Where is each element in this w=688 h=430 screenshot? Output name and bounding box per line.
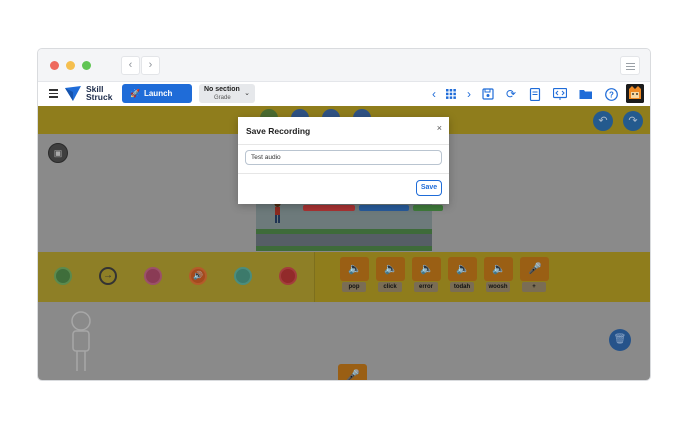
- road-strip: [256, 234, 432, 246]
- speech-icon[interactable]: [144, 267, 162, 285]
- browser-forward-button[interactable]: ›: [141, 56, 160, 75]
- sound-block-todah[interactable]: 🔈 todah: [448, 257, 477, 292]
- svg-text:?: ?: [609, 91, 614, 100]
- record-block-label: +: [522, 282, 546, 292]
- browser-window: ‹ › Skill Struck 🚀Launch Pad▼ No section…: [37, 48, 651, 381]
- browser-back-button[interactable]: ‹: [121, 56, 140, 75]
- chevron-left-icon: ‹: [128, 59, 133, 71]
- hamburger-menu-icon[interactable]: [49, 89, 58, 98]
- sound-block-label: todah: [450, 282, 474, 292]
- sound-block-label: woosh: [486, 282, 510, 292]
- divider: [238, 173, 449, 174]
- sound-block-label: click: [378, 282, 402, 292]
- speaker-icon: 🔈: [456, 263, 470, 275]
- save-stage-button[interactable]: ▣: [48, 143, 68, 163]
- close-icon[interactable]: ×: [437, 123, 442, 133]
- speaker-icon: 🔈: [348, 263, 362, 275]
- sound-block-click[interactable]: 🔈 click: [376, 257, 405, 292]
- redo-button[interactable]: ↷: [623, 111, 643, 131]
- stop-icon[interactable]: [279, 267, 297, 285]
- chevron-left-icon[interactable]: ‹: [426, 86, 442, 102]
- sound-block-label: pop: [342, 282, 366, 292]
- save-icon[interactable]: [480, 86, 496, 102]
- book-icon[interactable]: [527, 86, 543, 102]
- refresh-icon[interactable]: ⟳: [503, 86, 519, 102]
- folder-icon[interactable]: [578, 86, 594, 102]
- maximize-window-button[interactable]: [82, 61, 91, 70]
- chat-icon[interactable]: [54, 267, 72, 285]
- record-block[interactable]: 🎤 +: [520, 257, 549, 292]
- recording-name-input[interactable]: [245, 150, 442, 165]
- category-pane: → 🔊: [38, 252, 315, 302]
- chevron-right-icon: ›: [148, 59, 153, 71]
- app-header: Skill Struck 🚀Launch Pad▼ No section Gra…: [38, 82, 650, 117]
- trash-button[interactable]: 🗑: [609, 329, 631, 351]
- grid-icon[interactable]: [443, 86, 459, 102]
- sound-block-error[interactable]: 🔈 error: [412, 257, 441, 292]
- help-icon[interactable]: ?: [603, 86, 619, 102]
- skillstruck-logo-icon: [65, 86, 81, 101]
- launch-pad-button[interactable]: 🚀Launch Pad▼: [122, 84, 192, 117]
- chevron-right-icon[interactable]: ›: [461, 86, 477, 102]
- dropped-record-block[interactable]: 🎤 +: [338, 364, 367, 381]
- timer-icon[interactable]: [234, 267, 252, 285]
- present-icon[interactable]: [552, 86, 568, 102]
- logo-line2: Struck: [86, 92, 113, 102]
- avatar[interactable]: [626, 84, 644, 103]
- sound-icon[interactable]: 🔊: [189, 267, 207, 285]
- arrow-right-icon[interactable]: →: [99, 267, 117, 285]
- chevron-down-icon: ⌄: [244, 90, 250, 97]
- minimize-window-button[interactable]: [66, 61, 75, 70]
- microphone-icon: 🎤: [528, 263, 542, 275]
- dialog-title: Save Recording: [246, 126, 311, 136]
- speaker-icon: 🔈: [420, 263, 434, 275]
- character-sprite-icon[interactable]: [273, 201, 282, 224]
- save-recording-dialog: Save Recording × Save: [238, 117, 449, 204]
- character-outline-icon: [71, 311, 91, 371]
- section-selector[interactable]: No section Grade ⌄: [199, 84, 255, 103]
- undo-button[interactable]: ↶: [593, 111, 613, 131]
- logo-text: Skill Struck: [86, 85, 113, 102]
- block-palette: → 🔊 🔈 pop 🔈 click 🔈 error 🔈 todah 🔈 woos…: [38, 252, 650, 302]
- divider: [238, 144, 449, 145]
- stage-buttons-partial: [303, 205, 443, 211]
- save-button[interactable]: Save: [416, 180, 442, 196]
- sound-block-pop[interactable]: 🔈 pop: [340, 257, 369, 292]
- microphone-icon: 🎤: [346, 370, 360, 381]
- browser-menu-button[interactable]: [620, 56, 640, 75]
- close-window-button[interactable]: [50, 61, 59, 70]
- speaker-icon: 🔈: [492, 263, 506, 275]
- rocket-icon: 🚀: [130, 89, 140, 98]
- speaker-icon: 🔈: [384, 263, 398, 275]
- sound-block-label: error: [414, 282, 438, 292]
- sound-block-woosh[interactable]: 🔈 woosh: [484, 257, 513, 292]
- browser-toolbar: ‹ ›: [38, 49, 650, 82]
